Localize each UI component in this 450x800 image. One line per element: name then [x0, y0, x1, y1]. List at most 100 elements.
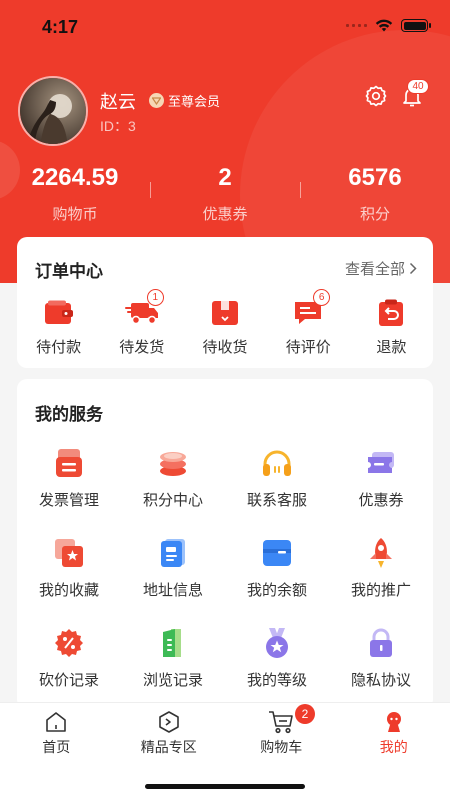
cart-count-badge: 2 [295, 704, 315, 724]
order-pending-shipment[interactable]: 1 待发货 [100, 289, 183, 357]
service-coupons[interactable]: 优惠券 [329, 445, 433, 510]
signal-icon [346, 24, 367, 27]
stat-value: 2264.59 [31, 164, 119, 191]
service-label: 联系客服 [246, 492, 307, 509]
service-bargain-records[interactable]: 砍价记录 [17, 625, 121, 690]
service-label: 优惠券 [358, 492, 404, 509]
stat-value: 6576 [348, 164, 402, 191]
order-pending-payment[interactable]: 待付款 [17, 295, 100, 357]
avatar[interactable] [18, 76, 88, 146]
user-name: 赵云 [100, 92, 136, 112]
view-all-orders-link[interactable]: 查看全部 [345, 258, 417, 279]
notification-count-badge: 40 [407, 79, 429, 94]
address-icon [155, 535, 191, 571]
premium-icon [156, 709, 182, 735]
tab-label: 精品专区 [140, 739, 197, 755]
tab-cart[interactable]: 2 购物车 [225, 703, 338, 761]
order-center-title: 订单中心 [35, 262, 103, 281]
home-icon [43, 709, 69, 735]
invoice-icon [51, 445, 87, 481]
service-address[interactable]: 地址信息 [121, 535, 225, 600]
wifi-icon [375, 19, 393, 32]
stat-points[interactable]: 6576 积分 [300, 160, 450, 230]
service-label: 发票管理 [38, 492, 99, 509]
tab-list: 首页 精品专区 2 购物车 我的 [0, 703, 450, 761]
order-center-card: 订单中心 查看全部 待付款 1 待发货 待收货 6 待评价 退款 [17, 237, 433, 368]
order-refund[interactable]: 退款 [350, 295, 433, 357]
balance-icon [259, 535, 295, 571]
service-label: 我的余额 [246, 582, 307, 599]
ticket-icon [363, 445, 399, 481]
settings-button[interactable] [364, 84, 388, 108]
vip-label: 至尊会员 [168, 94, 221, 109]
my-services-card: 我的服务 发票管理 积分中心 联系客服 优惠券 我的收藏 地址信息 我的余额 我… [17, 379, 433, 709]
account-stats: 2264.59 购物币 2 优惠券 6576 积分 [0, 160, 450, 230]
tab-mine[interactable]: 我的 [338, 703, 450, 761]
tab-label: 首页 [42, 739, 71, 755]
order-item-label: 待评价 [285, 339, 331, 356]
service-points-center[interactable]: 积分中心 [121, 445, 225, 510]
order-count-badge: 1 [146, 289, 164, 306]
status-time: 4:17 [42, 17, 79, 37]
comment-icon: 6 [290, 289, 331, 331]
service-privacy-policy[interactable]: 隐私协议 [329, 625, 433, 690]
stat-value: 2 [218, 164, 232, 191]
stat-label: 积分 [359, 206, 390, 223]
medal-icon [259, 625, 295, 661]
order-item-label: 待发货 [119, 339, 165, 356]
service-my-level[interactable]: 我的等级 [225, 625, 329, 690]
home-indicator [145, 784, 305, 789]
user-icon [381, 709, 407, 735]
service-label: 砍价记录 [38, 672, 99, 689]
service-label: 我的收藏 [38, 582, 99, 599]
vip-level: 至尊会员 [149, 91, 220, 110]
chevron-right-icon [409, 262, 417, 275]
stat-shopping-coins[interactable]: 2264.59 购物币 [0, 160, 150, 230]
battery-icon [401, 19, 431, 32]
cart-icon [268, 709, 294, 735]
headset-icon [259, 445, 295, 481]
gear-icon [365, 85, 387, 107]
user-id: ID：3 [100, 118, 136, 134]
truck-icon: 1 [124, 289, 164, 331]
service-customer-support[interactable]: 联系客服 [225, 445, 329, 510]
lock-icon [363, 625, 399, 661]
star-card-icon [51, 535, 87, 571]
order-pending-receipt[interactable]: 待收货 [183, 295, 266, 357]
service-label: 地址信息 [142, 582, 203, 599]
service-label: 我的等级 [246, 672, 307, 689]
order-status-list: 待付款 1 待发货 待收货 6 待评价 退款 [17, 289, 433, 357]
wallet-icon [41, 295, 77, 331]
order-pending-review[interactable]: 6 待评价 [267, 289, 350, 357]
discount-icon [51, 625, 87, 661]
service-promotion[interactable]: 我的推广 [329, 535, 433, 600]
stat-coupons[interactable]: 2 优惠券 [150, 160, 300, 230]
service-label: 我的推广 [350, 582, 411, 599]
status-bar: 4:17 [0, 0, 450, 56]
service-label: 浏览记录 [142, 672, 203, 689]
services-title: 我的服务 [35, 405, 103, 424]
service-invoice[interactable]: 发票管理 [17, 445, 121, 510]
service-balance[interactable]: 我的余额 [225, 535, 329, 600]
tab-premium[interactable]: 精品专区 [113, 703, 226, 761]
tab-label: 我的 [379, 739, 408, 755]
service-label: 积分中心 [142, 492, 203, 509]
service-browse-history[interactable]: 浏览记录 [121, 625, 225, 690]
service-favorites[interactable]: 我的收藏 [17, 535, 121, 600]
vip-crown-icon [149, 93, 164, 108]
status-icons [346, 19, 431, 32]
history-icon [155, 625, 191, 661]
view-all-label: 查看全部 [344, 261, 405, 278]
services-grid: 发票管理 积分中心 联系客服 优惠券 我的收藏 地址信息 我的余额 我的推广 砍… [17, 445, 433, 690]
stat-label: 优惠券 [202, 206, 248, 223]
refund-icon [373, 295, 409, 331]
tab-label: 购物车 [260, 739, 303, 755]
stat-divider [300, 182, 301, 198]
order-item-label: 退款 [376, 339, 407, 356]
stat-label: 购物币 [52, 206, 98, 223]
order-item-label: 待收货 [202, 339, 248, 356]
bottom-tab-bar: 首页 精品专区 2 购物车 我的 [0, 702, 450, 800]
service-label: 隐私协议 [350, 672, 411, 689]
tab-home[interactable]: 首页 [0, 703, 113, 761]
order-item-label: 待付款 [36, 339, 82, 356]
